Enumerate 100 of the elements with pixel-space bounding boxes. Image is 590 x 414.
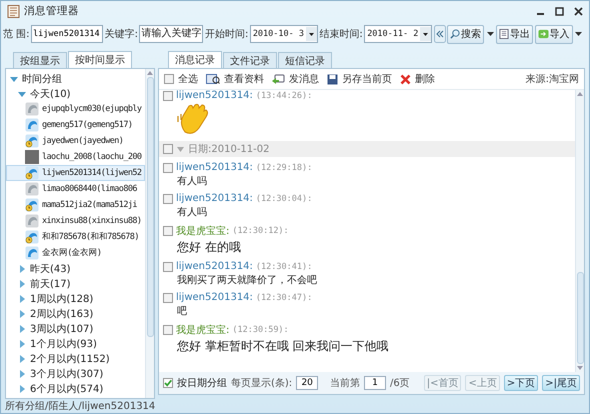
collapse-triangle-icon[interactable] — [18, 340, 26, 348]
collapse-triangle-icon[interactable] — [18, 294, 26, 302]
source-label: 来源:淘宝网 — [526, 72, 579, 86]
scroll-up-icon[interactable] — [577, 90, 583, 98]
tree-node[interactable]: 2个月以内(1152) — [6, 351, 145, 366]
group-by-date-label: 按日期分组 — [177, 376, 227, 390]
search-button[interactable]: 搜索 — [447, 24, 484, 44]
sender-name[interactable]: 我是虎宝宝: — [176, 224, 230, 238]
contact-item[interactable]: laochu_2008(laochu_200 — [6, 149, 145, 165]
collapse-triangle-icon[interactable] — [18, 324, 26, 332]
checkbox[interactable] — [163, 262, 173, 272]
checkbox[interactable] — [163, 90, 173, 100]
delete-button[interactable]: 删除 — [400, 72, 435, 86]
tree-node[interactable]: 1周以内(128) — [6, 291, 145, 306]
contact-item[interactable]: ejupqblycm030(ejupqbly — [6, 101, 145, 117]
tree-node[interactable]: 今天(10) — [6, 86, 145, 101]
tab[interactable]: 文件记录 — [223, 52, 277, 68]
close-icon[interactable] — [574, 6, 583, 16]
tree-node[interactable]: 时间分组 — [6, 71, 145, 86]
caret-icon[interactable] — [486, 32, 494, 36]
tree-node[interactable]: 1个月以内(93) — [6, 336, 145, 351]
expand-triangle-icon[interactable] — [18, 90, 26, 98]
import-button[interactable]: 导入 — [534, 24, 573, 44]
message-time: (12:30:47): — [256, 292, 312, 302]
tree-node[interactable]: 6个月以内(574) — [6, 381, 145, 396]
tab[interactable]: 短信记录 — [278, 52, 332, 68]
collapse-triangle-icon[interactable] — [18, 280, 26, 288]
group-by-date-checkbox[interactable] — [163, 378, 173, 388]
checkbox[interactable] — [163, 292, 173, 302]
keyword-label: 关键字: — [104, 28, 138, 41]
collapse-triangle-icon[interactable] — [18, 384, 26, 392]
tab[interactable]: 按时间显示 — [68, 51, 132, 68]
contact-item[interactable]: xinxinsu88(xinxinsu88) — [6, 213, 145, 229]
contact-item[interactable]: limao8068440(limao806 — [6, 181, 145, 197]
pager-button[interactable]: >下页 — [504, 375, 538, 391]
checkbox[interactable] — [163, 194, 173, 204]
double-chevron-icon[interactable] — [434, 25, 446, 43]
scope-label: 范 围: — [3, 28, 30, 41]
scrollbar[interactable] — [145, 69, 154, 398]
collapse-triangle-icon[interactable] — [18, 354, 26, 362]
document-icon — [499, 29, 510, 39]
tree-node[interactable]: 2周以内(163) — [6, 306, 145, 321]
tree-node[interactable]: 昨天(43) — [6, 261, 145, 276]
export-button[interactable]: 导出 — [496, 24, 534, 44]
pager-button[interactable]: >|尾页 — [542, 375, 580, 391]
end-date-dropdown[interactable]: 2010-11- 2 — [364, 25, 432, 43]
scroll-down-icon[interactable] — [577, 364, 583, 372]
tab[interactable]: 按组显示 — [13, 52, 67, 68]
sender-name[interactable]: lijwen5201314: — [176, 193, 253, 204]
message-time: (12:30:12): — [232, 226, 289, 236]
date-header: 日期:2010-11-02 — [188, 142, 270, 156]
collapse-triangle-icon[interactable] — [18, 310, 26, 318]
scope-field[interactable]: lijwen5201314 — [31, 25, 104, 43]
sender-name[interactable]: lijwen5201314: — [176, 90, 253, 101]
notebook-icon — [7, 4, 20, 18]
contact-item[interactable]: gemeng517(gemeng517) — [6, 117, 145, 133]
contact-item[interactable]: lijwen5201314(lijwen52 — [6, 165, 145, 181]
page-field[interactable]: 1 — [364, 376, 386, 390]
contact-item[interactable]: jayedwen(jayedwen) — [6, 133, 145, 149]
tab[interactable]: 消息记录 — [168, 51, 222, 68]
collapse-triangle-icon[interactable] — [177, 146, 184, 152]
cross-icon — [400, 74, 411, 84]
per-page-field[interactable]: 20 — [296, 376, 318, 390]
sender-name[interactable]: 我是虎宝宝: — [176, 323, 230, 337]
magnifier-card-icon — [206, 74, 220, 84]
checkbox[interactable] — [163, 162, 173, 172]
checkbox[interactable] — [163, 144, 173, 154]
sender-name[interactable]: lijwen5201314: — [176, 261, 253, 272]
scrollbar[interactable] — [575, 90, 584, 372]
message-text: 您好 在的哦 — [176, 239, 242, 256]
status-path: 所有分组/陌生人/lijwen5201314 — [4, 400, 156, 413]
start-time-label: 开始时间: — [204, 28, 248, 41]
tree-node[interactable]: 3周以内(107) — [6, 321, 145, 336]
select-all-checkbox[interactable]: 全选 — [164, 72, 198, 86]
collapse-triangle-icon[interactable] — [18, 370, 26, 378]
save-button[interactable]: 另存当前页 — [327, 72, 392, 86]
tree-node[interactable]: 前天(17) — [6, 276, 145, 291]
message-time: (12:30:59): — [232, 325, 289, 335]
contact-item[interactable]: 和和785678(和和785678) — [6, 229, 145, 245]
checkbox[interactable] — [163, 325, 173, 335]
message-text: 吧 — [176, 305, 188, 318]
caret-icon[interactable] — [575, 32, 582, 36]
page-total: /6页 — [390, 377, 410, 390]
sender-name[interactable]: lijwen5201314: — [176, 162, 253, 173]
start-date-dropdown[interactable]: 2010-10- 3 — [250, 25, 318, 43]
tree-node[interactable]: 3个月以内(307) — [6, 366, 145, 381]
checkbox[interactable] — [163, 226, 173, 236]
contact-item[interactable]: 金衣网(金衣网) — [6, 245, 145, 261]
message-time: (12:29:18): — [256, 162, 312, 172]
checkbox[interactable] — [164, 74, 174, 84]
send-message-button[interactable]: 发消息 — [272, 72, 319, 86]
contact-item[interactable]: mama512jia2(mama512ji — [6, 197, 145, 213]
collapse-triangle-icon[interactable] — [18, 264, 26, 272]
expand-triangle-icon[interactable] — [10, 74, 18, 82]
view-profile-button[interactable]: 查看资料 — [206, 72, 264, 86]
keyword-field[interactable]: 请输入关键字 — [139, 25, 204, 43]
maximize-icon[interactable] — [555, 6, 564, 16]
scroll-up-icon[interactable] — [147, 69, 153, 77]
window-title: 消息管理器 — [24, 4, 80, 18]
sender-name[interactable]: lijwen5201314: — [176, 292, 253, 303]
